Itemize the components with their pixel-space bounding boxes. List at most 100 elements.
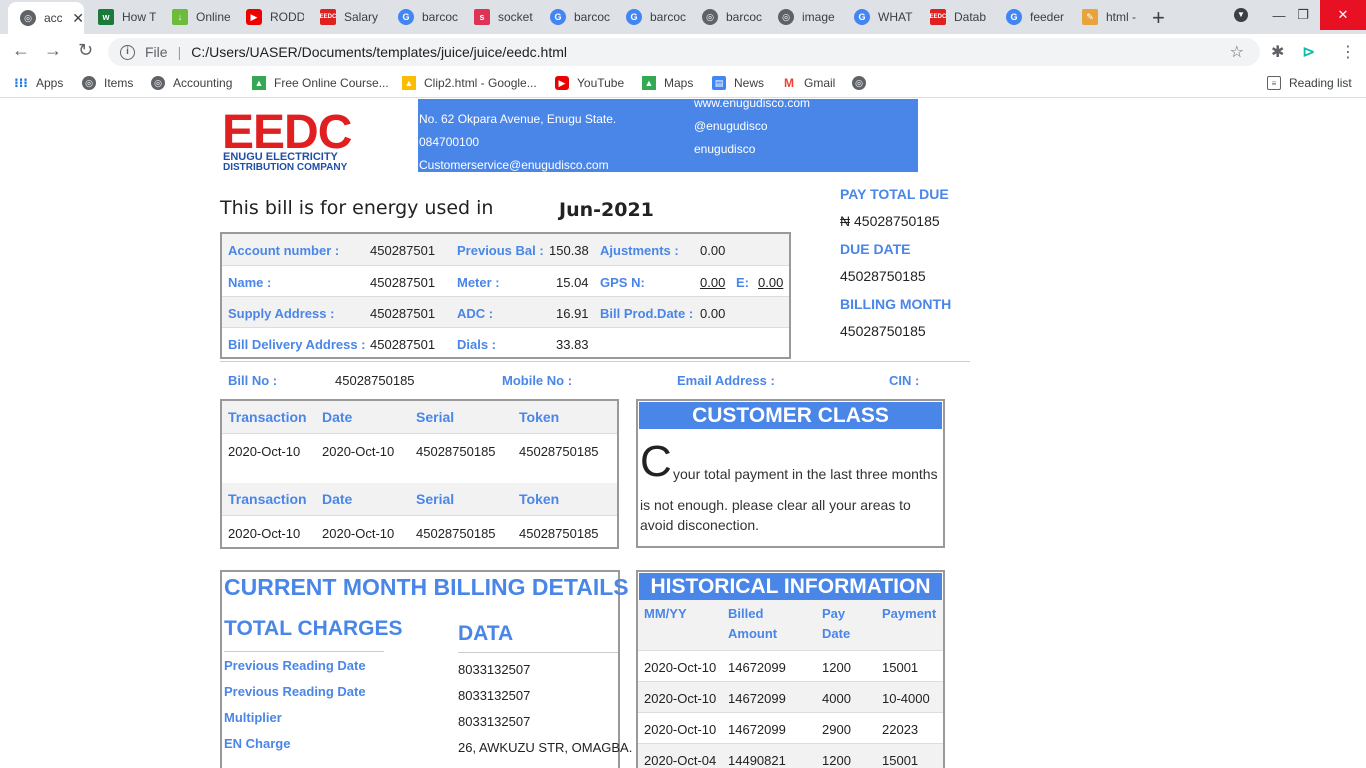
table-row: 2020-Oct-10 14672099 2900 22023 <box>638 712 943 743</box>
profile-extension-icon[interactable]: ⊳ <box>1302 42 1315 62</box>
news-icon: ▤ <box>712 76 726 90</box>
table-row: Name : 450287501 Meter : 15.04 GPS N: 0.… <box>222 265 789 296</box>
table-row: Bill Delivery Address : 450287501 Dials … <box>222 327 789 358</box>
google-icon: G <box>854 9 870 25</box>
customer-class-text-1: your total payment in the last three mon… <box>673 466 938 482</box>
tab[interactable]: ◎ barcoc <box>690 0 766 34</box>
bookmark-youtube[interactable]: ▶ YouTube <box>555 76 624 90</box>
billing-row-value: 8033132507 <box>458 662 531 677</box>
logo-subtitle-2: DISTRIBUTION COMPANY <box>223 162 348 173</box>
maps-icon: ▲ <box>252 76 266 90</box>
company-phone: 084700100 <box>419 135 480 149</box>
bill-no-label: Bill No : <box>228 373 278 388</box>
divider <box>220 361 970 362</box>
youtube-icon: ▶ <box>555 76 569 90</box>
bookmark-clip2[interactable]: ▲ Clip2.html - Google... <box>402 76 537 90</box>
tab[interactable]: G WHAT <box>842 0 918 34</box>
wikihow-icon: w <box>98 9 114 25</box>
close-tab-icon[interactable]: ✕ <box>72 10 84 27</box>
extensions-icon[interactable]: ✱ <box>1271 42 1284 62</box>
reload-icon[interactable]: ↻ <box>78 40 93 61</box>
billing-title: CURRENT MONTH BILLING DETAILS <box>224 574 629 600</box>
address-bar[interactable]: i File | C:/Users/UASER/Documents/templa… <box>108 38 1260 66</box>
account-table: Account number : 450287501 Previous Bal … <box>220 232 791 359</box>
tab[interactable]: G barcoc <box>386 0 462 34</box>
billing-row-label: Previous Reading Date <box>224 684 366 699</box>
tab[interactable]: ▶ RODD <box>234 0 306 34</box>
table-row: Account number : 450287501 Previous Bal … <box>222 234 789 265</box>
tab[interactable]: ◎ image <box>766 0 842 34</box>
menu-dots-icon[interactable]: ⋮ <box>1340 42 1356 62</box>
tab[interactable]: EEDC Datab <box>918 0 994 34</box>
tab[interactable]: G barcoc <box>614 0 690 34</box>
html-icon: ✎ <box>1082 9 1098 25</box>
contact-box: No. 62 Okpara Avenue, Enugu State. 08470… <box>418 99 918 172</box>
tab[interactable]: s socket <box>462 0 538 34</box>
back-arrow-icon[interactable]: ← <box>12 40 30 61</box>
billing-row-label: EN Charge <box>224 736 291 751</box>
billing-month-value: 45028750185 <box>840 323 926 339</box>
forward-arrow-icon[interactable]: → <box>44 40 62 61</box>
customer-class-title: CUSTOMER CLASS <box>639 402 942 429</box>
table-row: 2020-Oct-10 14672099 4000 10-4000 <box>638 681 943 712</box>
info-icon[interactable]: i <box>120 44 135 60</box>
reading-list-button[interactable]: ≡ Reading list <box>1267 76 1352 90</box>
due-date-label: DUE DATE <box>840 241 911 257</box>
tab-active[interactable]: ◎ acc ✕ <box>8 2 84 34</box>
globe-icon: ◎ <box>20 10 36 26</box>
pay-total-value: ₦ 45028750185 <box>840 213 940 229</box>
historical-panel: HISTORICAL INFORMATION MM/YY Billed Amou… <box>636 570 945 768</box>
table-row: 2020-Oct-04 14490821 1200 15001 <box>638 743 943 768</box>
data-title: DATA <box>458 622 514 645</box>
url-text: C:/Users/UASER/Documents/templates/juice… <box>191 44 568 60</box>
table-row: 2020-Oct-10 14672099 1200 15001 <box>638 650 943 681</box>
mobile-label: Mobile No : <box>502 373 573 388</box>
tab-title: acc <box>44 11 63 25</box>
cin-label: CIN : <box>889 373 920 388</box>
tab[interactable]: ✎ html - <box>1070 0 1146 34</box>
google-icon: G <box>626 9 642 25</box>
billing-month-label: BILLING MONTH <box>840 296 952 312</box>
table-row: 2020-Oct-10 2020-Oct-10 45028750185 4502… <box>222 433 617 465</box>
pay-total-label: PAY TOTAL DUE <box>840 186 949 202</box>
globe-icon: ◎ <box>852 76 866 90</box>
reading-list-icon: ≡ <box>1267 76 1281 90</box>
tab[interactable]: G barcoc <box>538 0 614 34</box>
billing-row-label: Multiplier <box>224 710 282 725</box>
drive-icon: ▲ <box>402 76 416 90</box>
bookmark-apps[interactable]: ⁝⁝⁝ Apps <box>14 76 63 90</box>
bookmark-gmail[interactable]: M Gmail <box>782 76 835 90</box>
tab[interactable]: ↓ Online <box>160 0 232 34</box>
billing-row-value: 26, AWKUZU STR, OMAGBA. <box>458 740 633 755</box>
bookmark-free-online-course[interactable]: ▲ Free Online Course... <box>252 76 389 90</box>
gmail-icon: M <box>784 76 794 90</box>
bill-no-value: 45028750185 <box>335 373 415 388</box>
company-twitter: @enugudisco <box>694 119 768 133</box>
tab[interactable]: w How T <box>86 0 158 34</box>
table-header: Transaction Date Serial Token <box>222 401 617 433</box>
youtube-icon: ▶ <box>246 9 262 25</box>
customer-class-panel: CUSTOMER CLASS C your total payment in t… <box>636 399 945 548</box>
bookmark-items[interactable]: ◎ Items <box>82 76 133 90</box>
globe-icon: ◎ <box>778 9 794 25</box>
email-label: Email Address : <box>677 373 775 388</box>
company-website: www.enugudisco.com <box>694 99 811 110</box>
bookmark-maps[interactable]: ▲ Maps <box>642 76 693 90</box>
bill-period-value: Jun-2021 <box>559 199 654 221</box>
bookmark-accounting[interactable]: ◎ Accounting <box>151 76 232 90</box>
new-tab-button[interactable]: + <box>1152 5 1165 31</box>
bookmark-star-icon[interactable]: ☆ <box>1230 42 1244 62</box>
apps-grid-icon: ⁝⁝⁝ <box>14 76 28 90</box>
customer-class-text-3: avoid disconection. <box>640 517 760 533</box>
bill-page: EEDC ENUGU ELECTRICITY DISTRIBUTION COMP… <box>0 99 1366 768</box>
table-row: 2020-Oct-10 2020-Oct-10 45028750185 4502… <box>222 515 617 547</box>
bookmark-globe[interactable]: ◎ <box>852 76 874 90</box>
total-charges-title: TOTAL CHARGES <box>224 617 403 640</box>
logo-subtitle-1: ENUGU ELECTRICITY <box>223 151 338 163</box>
tab[interactable]: EEDC Salary <box>308 0 386 34</box>
tab[interactable]: G feeder <box>994 0 1070 34</box>
google-icon: G <box>550 9 566 25</box>
close-window-button[interactable]: ✕ <box>1320 0 1366 30</box>
company-address: No. 62 Okpara Avenue, Enugu State. <box>419 112 617 126</box>
bookmark-news[interactable]: ▤ News <box>712 76 764 90</box>
